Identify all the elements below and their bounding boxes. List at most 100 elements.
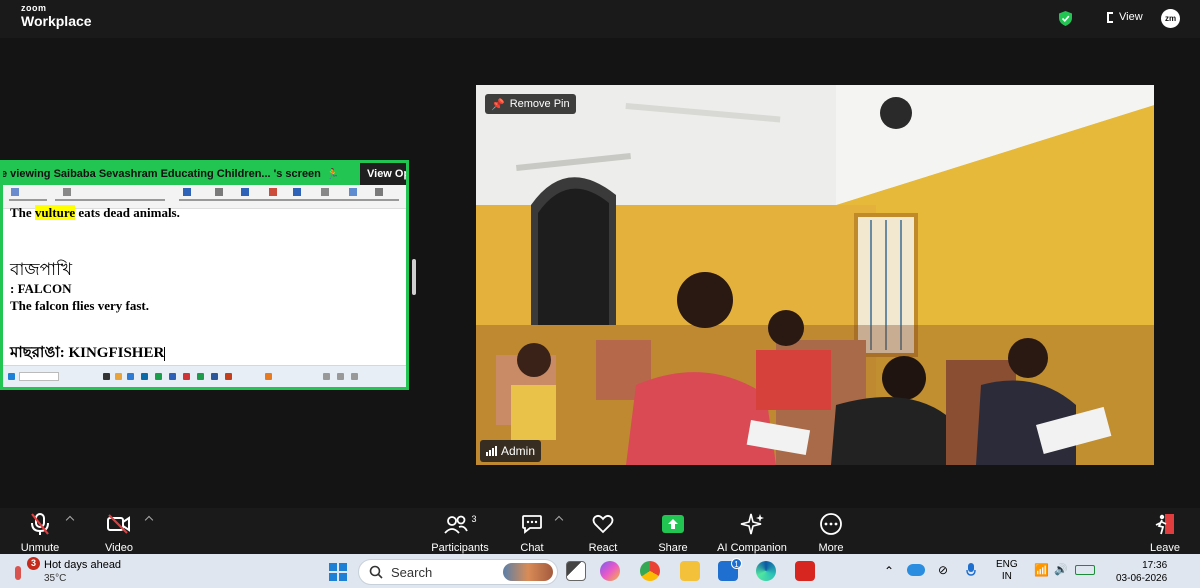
language-indicator[interactable]: ENG IN (996, 559, 1018, 583)
share-banner-text: e viewing Saibaba Sevashram Educating Ch… (1, 168, 321, 180)
taskbar-app-icon (141, 373, 148, 380)
security-shield-icon[interactable] (1059, 11, 1072, 26)
language-bottom: IN (1001, 571, 1012, 582)
task-view-icon[interactable] (566, 561, 586, 581)
clock-time: 17:36 (1142, 560, 1168, 571)
taskbar-app-icon (115, 373, 122, 380)
remove-pin-label: Remove Pin (509, 98, 570, 110)
search-placeholder: Search (391, 564, 433, 580)
participant-name-label: Admin (480, 440, 542, 462)
show-hidden-icons-chevron-icon[interactable]: ⌃ (884, 565, 894, 577)
weather-temp: 35°C (44, 573, 67, 584)
share-label: Share (658, 542, 688, 554)
ribbon-icon (241, 188, 249, 196)
video-button[interactable]: Video (100, 512, 138, 554)
taskbar-app-icon (155, 373, 162, 380)
chat-label: Chat (520, 542, 544, 554)
ribbon-icon (293, 188, 301, 196)
copilot-icon[interactable] (600, 561, 620, 581)
taskbar-app-icon (265, 373, 272, 380)
store-badge: 1 (731, 558, 742, 569)
thermometer-icon (15, 566, 21, 580)
video-options-chevron-icon[interactable] (144, 515, 154, 525)
wps-icon[interactable] (795, 561, 815, 581)
unmute-label: Unmute (20, 542, 60, 554)
taskbar-app-icon (103, 373, 110, 380)
shared-screen-panel[interactable]: e viewing Saibaba Sevashram Educating Ch… (0, 160, 409, 390)
participants-label: Participants (431, 542, 489, 554)
ribbon-icon (321, 188, 329, 196)
ribbon-icon (215, 188, 223, 196)
audio-options-chevron-icon[interactable] (65, 515, 75, 525)
more-label: More (818, 542, 844, 554)
leave-icon (1155, 514, 1174, 535)
ai-companion-label: AI Companion (717, 542, 787, 554)
doc-line-falcon-sentence: The falcon flies very fast. (10, 298, 150, 313)
clock[interactable]: 17:36 03-06-2026 (1116, 559, 1167, 585)
zoom-logo: zoom Workplace (21, 4, 92, 29)
view-options-button[interactable]: View Op (360, 163, 406, 185)
chrome-icon[interactable] (640, 561, 660, 581)
ribbon-icon (269, 188, 277, 196)
view-button[interactable]: View (1107, 11, 1143, 23)
doc-bengali-kingfisher: মাছরাঙা: KINGFISHER (10, 341, 166, 366)
document-body[interactable]: The vulture eats dead animals. বাজপাখি :… (3, 205, 403, 367)
network-off-icon[interactable]: ⊘ (938, 564, 948, 576)
taskbar-app-icon (197, 373, 204, 380)
language-top: ENG (996, 559, 1018, 570)
highlighted-word: vulture (34, 205, 76, 220)
chat-icon (522, 515, 542, 534)
taskbar-app-icon (127, 373, 134, 380)
react-button[interactable]: React (586, 512, 620, 554)
weather-widget[interactable]: Hot days ahead 35°C (44, 559, 121, 585)
ai-companion-button[interactable]: AI Companion (714, 512, 790, 554)
splitter-handle[interactable] (412, 259, 416, 295)
more-button[interactable]: More (814, 512, 848, 554)
ribbon-icon (183, 188, 191, 196)
participant-name: Admin (501, 444, 536, 458)
onedrive-icon[interactable] (907, 564, 925, 576)
taskbar-app-icon (225, 373, 232, 380)
share-button[interactable]: Share (654, 512, 692, 554)
shared-search (19, 372, 59, 381)
remove-pin-button[interactable]: 📌 Remove Pin (485, 94, 576, 114)
shared-taskbar (3, 365, 406, 387)
volume-icon[interactable]: 🔊 (1054, 564, 1068, 576)
ribbon-line (55, 199, 165, 201)
battery-icon[interactable] (1075, 565, 1095, 575)
windows-icon (8, 373, 15, 380)
ribbon-icon (375, 188, 383, 196)
chat-button[interactable]: Chat (515, 512, 549, 554)
chat-options-chevron-icon[interactable] (554, 515, 564, 525)
more-icon (820, 513, 842, 535)
wifi-icon[interactable]: 📶 (1034, 564, 1049, 576)
doc-line-falcon: : FALCON (10, 281, 72, 296)
share-banner: e viewing Saibaba Sevashram Educating Ch… (3, 163, 406, 185)
taskbar-search[interactable]: Search (358, 559, 558, 585)
ribbon-icon (63, 188, 71, 196)
file-explorer-icon[interactable] (680, 561, 700, 581)
taskbar-app-icon (211, 373, 218, 380)
unmute-button[interactable]: Unmute (18, 512, 62, 554)
pin-icon: 📌 (491, 98, 505, 111)
ribbon-line (9, 199, 47, 201)
brand-large: Workplace (21, 13, 92, 29)
ribbon-line (179, 199, 399, 201)
video-off-icon (107, 514, 130, 534)
windows-taskbar: 3 Hot days ahead 35°C Search 1 ⌃ ⊘ ENG I… (0, 554, 1200, 588)
microphone-tray-icon[interactable] (966, 562, 976, 582)
participants-button[interactable]: 3 Participants (428, 512, 492, 554)
tray-icon (351, 373, 358, 380)
leave-button[interactable]: Leave (1148, 512, 1182, 554)
edge-icon[interactable] (756, 561, 776, 581)
windows-start-icon[interactable] (329, 563, 347, 581)
leave-label: Leave (1150, 542, 1180, 554)
taskbar-app-icon (183, 373, 190, 380)
avatar[interactable]: zm (1161, 9, 1180, 28)
ribbon-icon (11, 188, 19, 196)
participants-count: 3 (471, 514, 477, 524)
video-label: Video (105, 542, 133, 554)
participant-video[interactable]: 📌 Remove Pin Admin (476, 85, 1154, 465)
clock-date: 03-06-2026 (1116, 573, 1168, 584)
ai-sparkle-icon (740, 513, 764, 535)
